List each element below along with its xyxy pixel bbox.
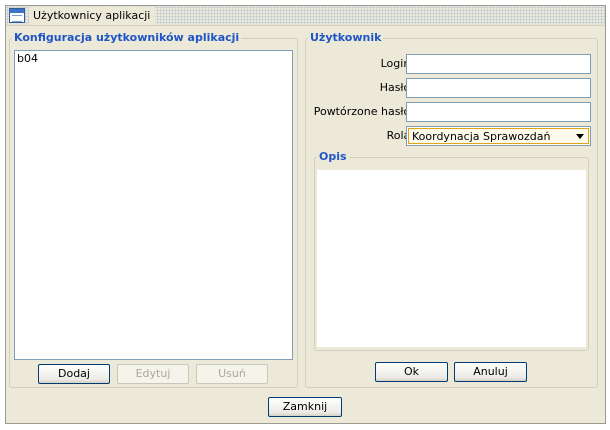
ok-button[interactable]: Ok — [375, 362, 448, 382]
users-list[interactable]: b04 — [14, 50, 293, 360]
role-select-value: Koordynacja Sprawozdań — [412, 130, 551, 143]
title-bar[interactable]: Użytkownicy aplikacji — [6, 6, 605, 26]
list-item[interactable]: b04 — [15, 51, 292, 66]
role-select[interactable]: Koordynacja Sprawozdań — [406, 126, 591, 146]
cancel-button[interactable]: Anuluj — [454, 362, 527, 382]
user-panel-legend: Użytkownik — [310, 31, 382, 44]
role-select-box[interactable]: Koordynacja Sprawozdań — [408, 128, 589, 144]
window-title: Użytkownicy aplikacji — [29, 7, 156, 25]
password-repeat-field[interactable] — [406, 102, 591, 122]
password-field[interactable] — [406, 78, 591, 98]
description-legend: Opis — [319, 150, 347, 163]
description-field[interactable] — [317, 170, 586, 347]
login-field[interactable] — [406, 54, 591, 74]
config-panel-legend: Konfiguracja użytkowników aplikacji — [14, 31, 240, 44]
close-button[interactable]: Zamknij — [268, 397, 342, 417]
window-icon — [9, 8, 25, 23]
delete-button[interactable]: Usuń — [196, 364, 268, 384]
add-button[interactable]: Dodaj — [38, 364, 110, 384]
password-repeat-label: Powtórzone hasło: — [313, 105, 414, 118]
edit-button[interactable]: Edytuj — [117, 364, 189, 384]
chevron-down-icon[interactable] — [576, 134, 584, 139]
